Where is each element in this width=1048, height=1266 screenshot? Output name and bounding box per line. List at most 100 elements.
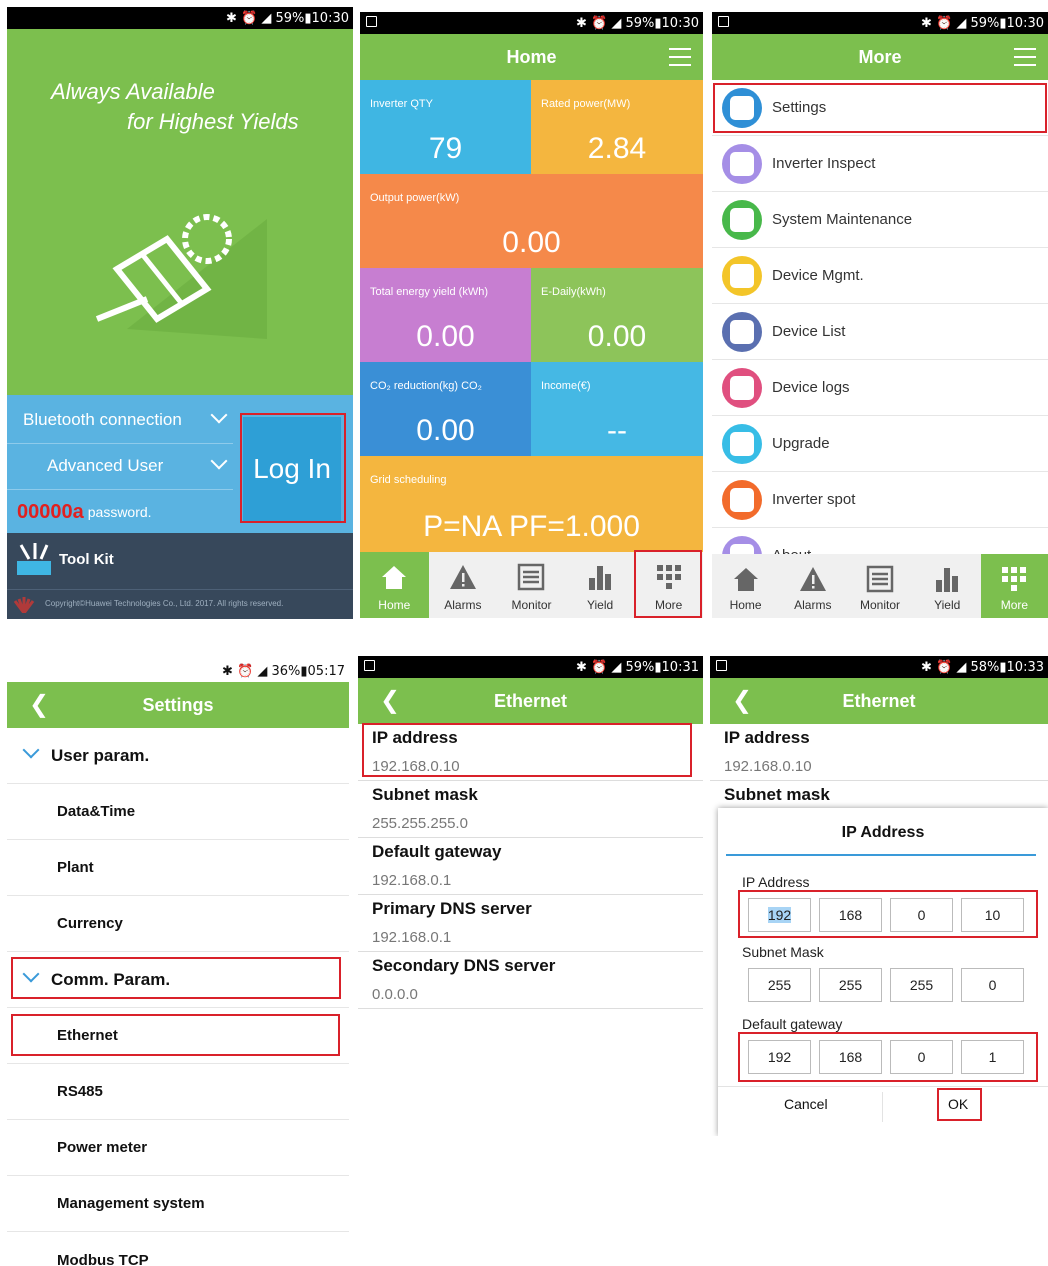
tile-label: Total energy yield (kWh) xyxy=(370,286,488,298)
item-label: Inverter spot xyxy=(772,491,856,508)
row-value: 255.255.255.0 xyxy=(372,815,468,832)
ethernet-row-secondary-dns[interactable]: Secondary DNS server 0.0.0.0 xyxy=(358,952,703,1009)
tile-label: Rated power(MW) xyxy=(541,98,631,110)
more-screen: ✱ ⏰ ◢ 59%▮10:30 More Settings Inverter In… xyxy=(712,12,1048,618)
status-bar: ✱ ⏰ ◢ 58%▮10:33 xyxy=(710,656,1048,678)
tab-alarms[interactable]: Alarms xyxy=(779,554,846,618)
group-user-param[interactable]: User param. xyxy=(7,728,349,784)
icon-glyph xyxy=(730,320,754,344)
menu-icon[interactable] xyxy=(669,48,691,66)
settings-item-currency[interactable]: Currency xyxy=(7,896,349,952)
item-label: Device List xyxy=(772,323,846,340)
tile-value: 79 xyxy=(428,132,463,165)
ethernet-row-primary-dns[interactable]: Primary DNS server 192.168.0.1 xyxy=(358,895,703,952)
toolkit-bar[interactable]: Tool Kit Copyright©Huawei Technologies C… xyxy=(7,533,353,619)
connection-label: Bluetooth connection xyxy=(23,410,182,429)
more-item-device-mgmt[interactable]: Device Mgmt. xyxy=(712,248,1048,304)
more-item-inverter-spot[interactable]: Inverter spot xyxy=(712,472,1048,528)
divider xyxy=(726,854,1036,856)
tab-label: Home xyxy=(729,598,762,612)
connection-select[interactable]: Bluetooth connection xyxy=(7,397,233,443)
item-label: Currency xyxy=(57,915,123,932)
back-arrow-icon[interactable]: ❮ xyxy=(29,690,49,719)
status-bar: ✱ ⏰ ◢ 59%▮10:30 xyxy=(360,12,703,34)
upgrade-arrow-icon xyxy=(722,424,762,464)
monitor-icon xyxy=(866,565,894,593)
tile-total-energy[interactable]: Total energy yield (kWh) 0.00 xyxy=(360,268,531,362)
page-title: Home xyxy=(506,46,557,67)
settings-item-plant[interactable]: Plant xyxy=(7,840,349,896)
device-mgmt-icon xyxy=(722,256,762,296)
more-item-upgrade[interactable]: Upgrade xyxy=(712,416,1048,472)
icon-glyph xyxy=(730,264,754,288)
tab-home[interactable]: Home xyxy=(712,554,779,618)
tile-e-daily[interactable]: E-Daily(kWh) 0.00 xyxy=(531,268,703,362)
cancel-button[interactable]: Cancel xyxy=(784,1096,828,1112)
mask-octet-3[interactable]: 255 xyxy=(890,968,953,1002)
tab-home[interactable]: Home xyxy=(360,552,429,618)
settings-item-power-meter[interactable]: Power meter xyxy=(7,1120,349,1176)
gallery-icon xyxy=(366,16,377,27)
wrench-icon xyxy=(722,200,762,240)
settings-item-date-time[interactable]: Data&Time xyxy=(7,784,349,840)
password-input[interactable]: 00000a password. xyxy=(7,489,233,535)
home-screen: ✱ ⏰ ◢ 59%▮10:30 Home Inverter QTY 79 Rat… xyxy=(360,12,703,618)
menu-icon[interactable] xyxy=(1014,48,1036,66)
settings-item-rs485[interactable]: RS485 xyxy=(7,1064,349,1120)
tab-label: Home xyxy=(378,598,411,612)
page-title: More xyxy=(858,46,902,67)
header: ❮ Ethernet xyxy=(710,678,1048,724)
tile-grid-scheduling[interactable]: Grid scheduling P=NA PF=1.000 xyxy=(360,456,703,552)
row-label: Default gateway xyxy=(372,842,502,861)
tile-co2-reduction[interactable]: CO₂ reduction(kg) CO₂ 0.00 xyxy=(360,362,531,456)
more-item-device-list[interactable]: Device List xyxy=(712,304,1048,360)
alarm-icon xyxy=(799,567,826,591)
icon-glyph xyxy=(730,488,754,512)
tab-yield[interactable]: Yield xyxy=(914,554,981,618)
highlight-box xyxy=(11,1014,340,1056)
inspect-icon xyxy=(722,144,762,184)
back-arrow-icon[interactable]: ❮ xyxy=(380,686,400,715)
tile-rated-power[interactable]: Rated power(MW) 2.84 xyxy=(531,80,703,174)
tile-value: 0.00 xyxy=(502,226,561,259)
more-item-system-maintenance[interactable]: System Maintenance xyxy=(712,192,1048,248)
mask-octet-4[interactable]: 0 xyxy=(961,968,1024,1002)
device-logs-icon xyxy=(722,368,762,408)
mask-octet-2[interactable]: 255 xyxy=(819,968,882,1002)
status-text: 36%▮05:17 xyxy=(271,663,345,679)
inverter-spot-icon xyxy=(722,480,762,520)
gallery-icon xyxy=(716,660,727,671)
tab-yield[interactable]: Yield xyxy=(566,552,635,618)
item-label: Power meter xyxy=(57,1139,148,1156)
settings-item-management-system[interactable]: Management system xyxy=(7,1176,349,1232)
ethernet-row-ip[interactable]: IP address 192.168.0.10 xyxy=(710,724,1048,781)
tab-more[interactable]: More xyxy=(980,554,1048,618)
group-label: User param. xyxy=(51,745,150,765)
tile-label: E-Daily(kWh) xyxy=(541,286,606,298)
tile-income[interactable]: Income(€) -- xyxy=(531,362,703,456)
more-item-inverter-inspect[interactable]: Inverter Inspect xyxy=(712,136,1048,192)
tab-monitor[interactable]: Monitor xyxy=(846,554,913,618)
highlight-box xyxy=(11,957,341,999)
divider xyxy=(882,1092,883,1122)
settings-item-modbus-tcp[interactable]: Modbus TCP xyxy=(7,1232,349,1266)
user-select[interactable]: Advanced User xyxy=(7,443,233,489)
ethernet-row-gateway[interactable]: Default gateway 192.168.0.1 xyxy=(358,838,703,895)
ethernet-row-subnet[interactable]: Subnet mask 255.255.255.0 xyxy=(358,781,703,838)
tab-monitor[interactable]: Monitor xyxy=(497,552,566,618)
tile-inverter-qty[interactable]: Inverter QTY 79 xyxy=(360,80,531,174)
copyright-text: Copyright©Huawei Technologies Co., Ltd. … xyxy=(45,599,284,608)
tab-label: Monitor xyxy=(860,598,901,612)
mask-octet-1[interactable]: 255 xyxy=(748,968,811,1002)
monitor-icon xyxy=(518,563,545,591)
item-label: Upgrade xyxy=(772,435,830,452)
back-arrow-icon[interactable]: ❮ xyxy=(732,686,752,715)
slogan-line1: Always Available xyxy=(51,79,215,104)
page-title: Ethernet xyxy=(493,690,567,711)
highlight-box xyxy=(240,413,346,523)
password-placeholder: password. xyxy=(87,504,152,520)
more-item-device-logs[interactable]: Device logs xyxy=(712,360,1048,416)
tile-output-power[interactable]: Output power(kW) 0.00 xyxy=(360,174,703,268)
tab-alarms[interactable]: Alarms xyxy=(429,552,498,618)
status-bar: ✱ ⏰ ◢ 59%▮10:30 xyxy=(7,7,353,29)
